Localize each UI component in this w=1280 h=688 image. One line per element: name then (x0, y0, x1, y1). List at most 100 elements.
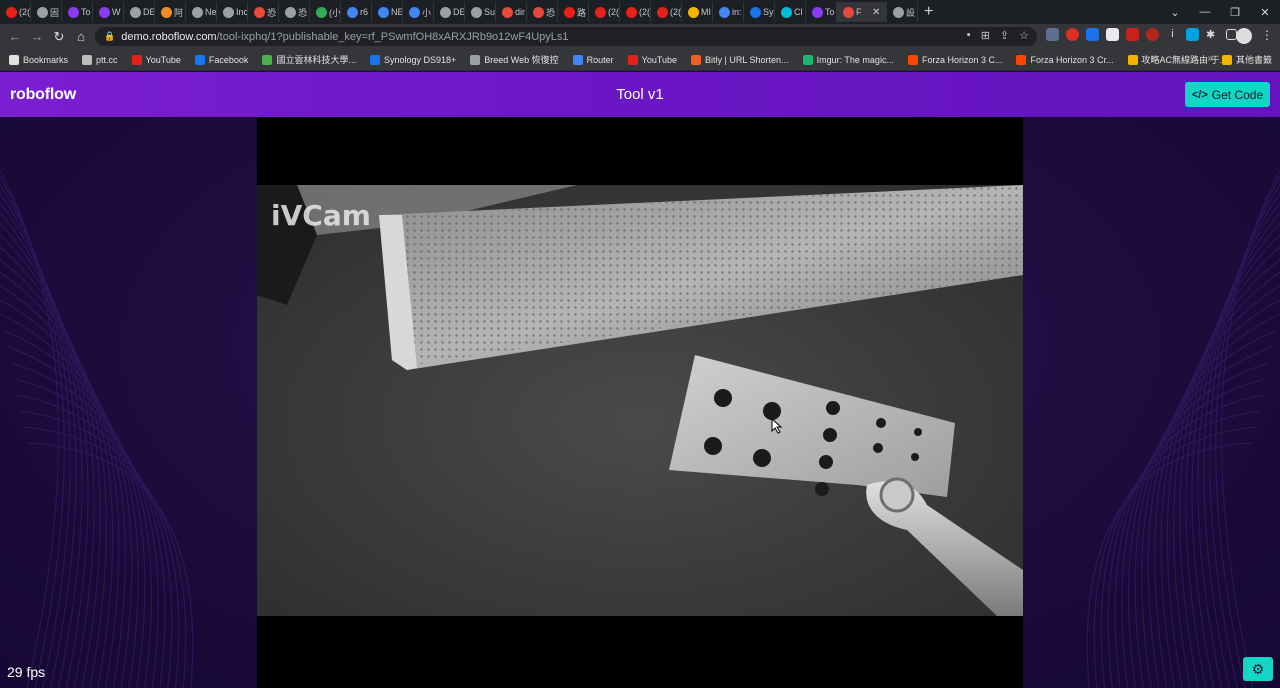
get-code-button[interactable]: </> Get Code (1185, 82, 1270, 107)
extension-icon[interactable] (1186, 28, 1199, 41)
bookmark-item[interactable]: Bitly | URL Shorten... (691, 54, 789, 65)
tab-favicon-icon (68, 6, 79, 18)
bookmark-label: Bookmarks (23, 54, 69, 65)
bookmark-label: Router (586, 54, 614, 65)
browser-tab[interactable]: 小 (403, 2, 434, 22)
browser-tab[interactable]: (小 (310, 2, 341, 22)
extension-icon[interactable] (1066, 28, 1079, 41)
extension-icon[interactable] (1046, 28, 1059, 41)
browser-tab[interactable]: dir (496, 2, 527, 22)
bookmark-item[interactable]: ptt.cc (82, 54, 118, 65)
extension-icon[interactable] (1106, 28, 1119, 41)
info-icon[interactable]: i (1166, 28, 1179, 41)
translate-icon[interactable]: ⊞ (981, 29, 990, 42)
browser-tab[interactable]: DE (124, 2, 155, 22)
browser-tab[interactable]: Inc (217, 2, 248, 22)
close-window-icon[interactable]: ✕ (1250, 6, 1280, 19)
browser-tab[interactable]: (2( (620, 2, 651, 22)
browser-tab[interactable]: Ne (186, 2, 217, 22)
bookmark-item[interactable]: Router (572, 54, 614, 65)
profile-avatar[interactable] (1236, 28, 1252, 44)
address-bar[interactable]: 🔒 demo.roboflow.com/tool-ixphq/1?publish… (95, 27, 1037, 46)
browser-tab[interactable]: 設 (887, 2, 918, 22)
bookmark-item[interactable]: Imgur: The magic... (802, 54, 894, 65)
reddit-icon (907, 54, 918, 65)
bookmark-star-icon[interactable]: ☆ (1019, 29, 1029, 42)
tab-favicon-icon (812, 6, 823, 18)
browser-tab[interactable]: (2( (589, 2, 620, 22)
browser-tab[interactable]: 阿 (155, 2, 186, 22)
swirl-line (0, 169, 60, 688)
bookmark-label: 國立雲林科技大學... (276, 55, 356, 65)
browser-tab[interactable]: MI (682, 2, 713, 22)
tab-favicon-icon (6, 6, 17, 18)
tab-favicon-icon (564, 6, 575, 18)
share-icon[interactable]: ⇪ (1000, 29, 1009, 42)
browser-tab-active[interactable]: F ✕ (837, 2, 887, 22)
tab-label: (2( (19, 7, 30, 17)
browser-tab[interactable]: NE (372, 2, 403, 22)
close-tab-icon[interactable]: ✕ (872, 7, 880, 18)
bookmarks-bar: Bookmarks ptt.cc YouTube Facebook 國立雲林科技大學..… (0, 49, 1280, 71)
tab-label: (2( (670, 7, 681, 17)
browser-tab[interactable]: (2( (651, 2, 682, 22)
browser-tab[interactable]: To (62, 2, 93, 22)
browser-tab[interactable]: W (93, 2, 124, 22)
ivcam-watermark: iVCam (271, 199, 371, 232)
browser-tab[interactable]: Cl (775, 2, 806, 22)
reload-icon[interactable]: ↻ (48, 29, 70, 45)
webcam-video[interactable]: iVCam (257, 117, 1023, 688)
tab-label: r6 (360, 7, 369, 17)
tab-label: To (81, 7, 91, 17)
browser-tab[interactable]: Sy (744, 2, 775, 22)
home-icon[interactable]: ⌂ (70, 29, 92, 44)
swirl-line (1160, 271, 1280, 688)
bookmark-item[interactable]: YouTube (627, 54, 677, 65)
browser-tab[interactable]: r6 (341, 2, 372, 22)
youtube-icon (131, 54, 142, 65)
tab-favicon-icon (502, 6, 513, 18)
extension-icon[interactable] (1126, 28, 1139, 41)
bookmark-item[interactable]: Forza Horizon 3 C... (907, 54, 1002, 65)
forward-icon[interactable]: → (26, 29, 48, 44)
bookmark-item[interactable]: Breed Web 恢復控 (470, 53, 559, 66)
url-host: demo.roboflow.com (121, 30, 217, 43)
browser-tab[interactable]: 恐 (248, 2, 279, 22)
browser-tab-strip: (2(固 To W DE 阿 Ne Inc 恐 恐 (小 r6 NE 小 DE Su dir 恐 路 (2((2((… (0, 0, 1280, 24)
bookmark-item[interactable]: Facebook (194, 54, 248, 65)
tab-label: 路 (577, 7, 587, 18)
tab-label: 恐 (267, 7, 277, 18)
browser-tab[interactable]: DE (434, 2, 465, 22)
bookmark-item[interactable]: Synology DS918+ (369, 54, 456, 65)
menu-icon[interactable]: ⋮ (1261, 28, 1273, 42)
puzzle-icon[interactable]: ✱ (1206, 28, 1219, 41)
minimize-icon[interactable]: — (1190, 6, 1220, 18)
extension-icon[interactable] (1086, 28, 1099, 41)
other-bookmarks[interactable]: 其他書籤 (1221, 53, 1272, 66)
new-tab-icon[interactable]: + (924, 3, 933, 21)
tab-label: (2( (608, 7, 619, 17)
restore-icon[interactable]: ❐ (1220, 6, 1250, 19)
browser-tab[interactable]: Su (465, 2, 496, 22)
extension-icon[interactable] (1146, 28, 1159, 41)
browser-tab[interactable]: 恐 (527, 2, 558, 22)
bookmark-label: 攻略AC無線路由 于... (1141, 55, 1228, 65)
browser-tab[interactable]: in: (713, 2, 744, 22)
bookmark-item[interactable]: Bookmarks (9, 54, 69, 65)
back-icon[interactable]: ← (4, 29, 26, 44)
browser-tab[interactable]: 恐 (279, 2, 310, 22)
tab-favicon-icon (37, 6, 48, 18)
bookmark-item[interactable]: Forza Horizon 3 Cr... (1016, 54, 1114, 65)
browser-tab[interactable]: 固 (31, 2, 62, 22)
browser-tab[interactable]: 路 (558, 2, 589, 22)
settings-button[interactable]: ⚙ (1243, 657, 1273, 681)
tab-favicon-icon (254, 6, 265, 18)
camera-icon[interactable]: ▪ (967, 29, 971, 42)
browser-tab[interactable]: (2( (0, 2, 31, 22)
bookmarks-overflow-icon[interactable]: » (1207, 53, 1213, 64)
bookmark-item[interactable]: YouTube (131, 54, 181, 65)
lock-icon[interactable]: 🔒 (104, 31, 115, 42)
browser-tab[interactable]: To (806, 2, 837, 22)
tab-search-icon[interactable]: ⌄ (1160, 6, 1190, 19)
bookmark-item[interactable]: 國立雲林科技大學... (262, 53, 356, 66)
